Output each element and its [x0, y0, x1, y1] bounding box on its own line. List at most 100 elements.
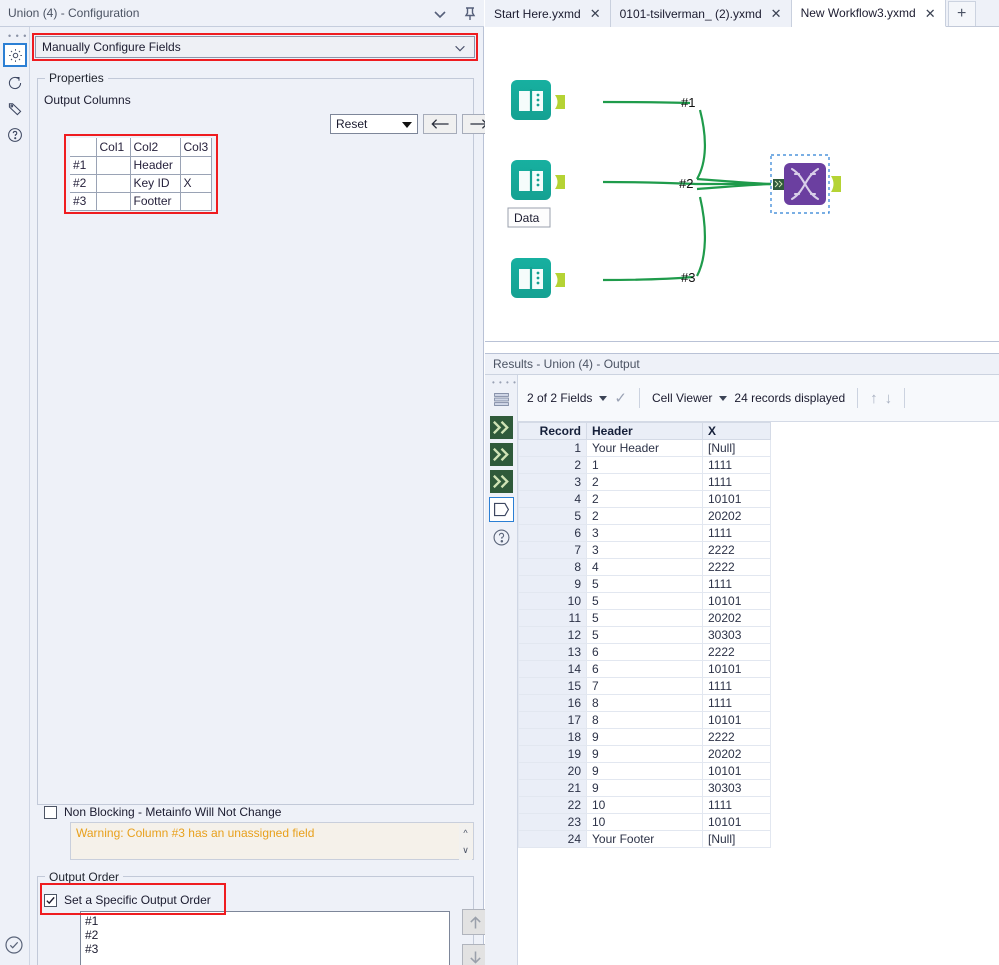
table-row[interactable]: 732222 [519, 542, 771, 559]
grid-cell-col3[interactable] [180, 192, 212, 210]
chevron-down-icon[interactable] [599, 396, 607, 401]
table-row[interactable]: #3 Footter [70, 192, 212, 210]
list-view-icon[interactable] [489, 387, 514, 412]
reset-dropdown[interactable]: Reset [330, 114, 418, 134]
workflow-canvas[interactable]: #1 #2 #3 [485, 27, 999, 342]
close-icon[interactable]: ✕ [771, 7, 782, 20]
table-row[interactable]: 1Your Header[Null] [519, 440, 771, 457]
scroll-down-icon[interactable]: ∨ [462, 845, 469, 856]
column-header-x[interactable]: X [703, 423, 771, 440]
column-header-record[interactable]: Record [519, 423, 587, 440]
grid-cell-col2[interactable]: Header [130, 156, 180, 174]
table-row[interactable]: 951111 [519, 576, 771, 593]
output-columns-grid[interactable]: Col1 Col2 Col3 #1 Header #2 [70, 138, 212, 211]
grid-cell-col2[interactable]: Key ID [130, 174, 180, 192]
chevron-down-icon[interactable] [719, 396, 727, 401]
scroll-up-icon[interactable]: ^ [463, 828, 467, 838]
cell-viewer-label[interactable]: Cell Viewer [652, 391, 712, 405]
cell-record: 11 [519, 610, 587, 627]
tab-start-here[interactable]: Start Here.yxmd ✕ [485, 0, 611, 27]
check-circle-icon [4, 935, 26, 957]
configuration-panel: Union (4) - Configuration • • • [0, 0, 484, 965]
non-blocking-checkbox-row[interactable]: Non Blocking - Metainfo Will Not Change [44, 805, 281, 819]
text-input-tool-3 [511, 258, 565, 298]
table-row[interactable]: #2 Key ID X [70, 174, 212, 192]
cell-record: 18 [519, 729, 587, 746]
table-row[interactable]: 17810101 [519, 712, 771, 729]
fields-count-label[interactable]: 2 of 2 Fields [527, 391, 592, 405]
new-tab-button[interactable]: + [948, 1, 976, 26]
tab-0101-tsilverman[interactable]: 0101-tsilverman_ (2).yxmd ✕ [611, 0, 792, 27]
cell-record: 21 [519, 780, 587, 797]
cell-record: 13 [519, 644, 587, 661]
table-row[interactable]: 1892222 [519, 729, 771, 746]
gear-icon[interactable] [3, 43, 27, 67]
tab-label: Start Here.yxmd [494, 7, 581, 21]
grid-cell-col1[interactable] [96, 156, 130, 174]
list-item[interactable]: #3 [85, 942, 445, 956]
union-tool [771, 155, 841, 213]
table-row[interactable]: 19920202 [519, 746, 771, 763]
output-order-checkbox-row[interactable]: Set a Specific Output Order [44, 893, 211, 907]
table-row[interactable]: 5220202 [519, 508, 771, 525]
table-row[interactable]: 1362222 [519, 644, 771, 661]
arrow-left-icon[interactable] [423, 114, 457, 134]
results-table-body: 1Your Header[Null] 211111 321111 4210101… [519, 440, 771, 848]
table-row[interactable]: 12530303 [519, 627, 771, 644]
output-shape-icon[interactable] [489, 497, 514, 522]
cell-header: 10 [587, 797, 703, 814]
grid-cell-col3[interactable]: X [180, 174, 212, 192]
table-row[interactable]: 1571111 [519, 678, 771, 695]
close-icon[interactable]: ✕ [925, 7, 936, 20]
output-order-listbox[interactable]: #1 #2 #3 [80, 911, 450, 965]
table-row[interactable]: 24Your Footer[Null] [519, 831, 771, 848]
help-icon[interactable] [489, 525, 514, 550]
table-row[interactable]: 842222 [519, 559, 771, 576]
table-row[interactable]: 20910101 [519, 763, 771, 780]
rail-drag-dots: • • • • [492, 378, 517, 387]
chevron-stream-icon[interactable] [489, 442, 514, 467]
pin-icon[interactable] [462, 6, 478, 22]
table-row[interactable]: 1681111 [519, 695, 771, 712]
table-row[interactable]: #1 Header [70, 156, 212, 174]
chevron-stream-icon[interactable] [489, 415, 514, 440]
table-row[interactable]: 211111 [519, 457, 771, 474]
cell-header: 3 [587, 525, 703, 542]
chevron-stream-icon[interactable] [489, 469, 514, 494]
table-row[interactable]: 11520202 [519, 610, 771, 627]
arrow-down-icon[interactable]: ↓ [885, 390, 893, 407]
warning-scrollbar[interactable]: ^ ∨ [459, 824, 472, 860]
grid-cell-col1[interactable] [96, 192, 130, 210]
chevron-down-icon[interactable] [432, 6, 448, 22]
table-row[interactable]: 4210101 [519, 491, 771, 508]
list-item[interactable]: #2 [85, 928, 445, 942]
arrow-up-icon[interactable]: ↑ [870, 390, 878, 407]
help-icon[interactable] [3, 123, 27, 147]
cell-header: 4 [587, 559, 703, 576]
svg-text:Data: Data [514, 211, 540, 225]
cell-record: 12 [519, 627, 587, 644]
tag-icon[interactable] [3, 97, 27, 121]
table-row[interactable]: 631111 [519, 525, 771, 542]
non-blocking-checkbox[interactable] [44, 806, 57, 819]
grid-cell-col3[interactable] [180, 156, 212, 174]
table-row[interactable]: 321111 [519, 474, 771, 491]
tab-new-workflow3[interactable]: New Workflow3.yxmd ✕ [792, 0, 946, 27]
close-icon[interactable]: ✕ [590, 7, 601, 20]
table-row[interactable]: 14610101 [519, 661, 771, 678]
table-row[interactable]: 231010101 [519, 814, 771, 831]
column-header-header[interactable]: Header [587, 423, 703, 440]
grid-cell-col2[interactable]: Footter [130, 192, 180, 210]
mode-dropdown[interactable]: Manually Configure Fields [35, 36, 475, 58]
table-row[interactable]: 22101111 [519, 797, 771, 814]
refresh-arrow-icon[interactable] [3, 71, 27, 95]
results-table[interactable]: Record Header X 1Your Header[Null] 21111… [518, 422, 771, 848]
table-row[interactable]: 21930303 [519, 780, 771, 797]
cell-header: 5 [587, 627, 703, 644]
tab-label: New Workflow3.yxmd [801, 6, 916, 20]
grid-cell-col1[interactable] [96, 174, 130, 192]
check-icon[interactable]: ✓ [614, 389, 627, 407]
table-row[interactable]: 10510101 [519, 593, 771, 610]
list-item[interactable]: #1 [85, 914, 445, 928]
output-order-checkbox[interactable] [44, 894, 57, 907]
